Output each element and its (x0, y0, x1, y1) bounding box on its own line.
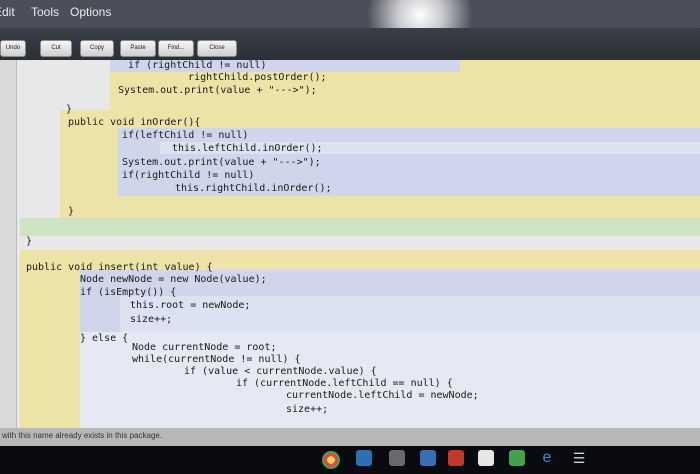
scope-band (20, 218, 700, 236)
code-line: currentNode.leftChild = newNode; (286, 390, 479, 401)
status-bar: with this name already exists in this pa… (0, 428, 700, 446)
app-icon[interactable] (448, 450, 464, 466)
code-line: } (66, 104, 73, 115)
code-line: this.rightChild.inOrder(); (175, 183, 332, 194)
code-line: if (rightChild != null) (110, 60, 267, 71)
app-icon[interactable] (356, 450, 372, 466)
code-line: } (68, 206, 75, 217)
taskbar: e ☰ (0, 446, 700, 474)
screen: Edit Tools Options Undo Cut Copy Paste F… (0, 0, 700, 474)
code-line: while(currentNode != null) { (132, 354, 301, 365)
code-editor[interactable]: if (rightChild != null) rightChild.postO… (0, 60, 700, 430)
code-line: public void insert(int value) { (26, 262, 213, 273)
menu-edit[interactable]: Edit (0, 5, 15, 19)
code-line: if (isEmpty()) { (80, 287, 177, 298)
menu-bar: Edit Tools Options (0, 0, 700, 60)
paste-button[interactable]: Paste (120, 40, 156, 57)
menu-options[interactable]: Options (70, 5, 111, 19)
code-line: public void inOrder(){ (68, 117, 201, 128)
code-line: this.leftChild.inOrder(); (172, 143, 323, 154)
code-line: System.out.print(value + "--->"); (122, 157, 321, 168)
code-line: Node newNode = new Node(value); (80, 274, 267, 285)
copy-button[interactable]: Copy (80, 40, 114, 57)
code-line: System.out.print(value + "--->"); (118, 85, 317, 96)
code-line: this.root = newNode; (130, 300, 251, 311)
code-line: if(leftChild != null) (122, 130, 249, 141)
app-icon[interactable] (389, 450, 405, 466)
menu-tools[interactable]: Tools (31, 5, 59, 19)
code-line: Node currentNode = root; (132, 342, 277, 353)
chrome-icon[interactable] (322, 451, 340, 469)
code-line: if (value < currentNode.value) { (184, 366, 377, 377)
close-button[interactable]: Close (197, 40, 237, 57)
code-line: if(rightChild != null) (122, 170, 255, 181)
edge-icon[interactable]: e (539, 450, 555, 466)
code-line: if (currentNode.leftChild == null) { (236, 378, 453, 389)
code-line: size++; (130, 314, 173, 325)
editor-gutter (0, 60, 17, 430)
toolbar: Undo Cut Copy Paste Find... Close (0, 28, 700, 60)
store-icon[interactable] (478, 450, 494, 466)
undo-button[interactable]: Undo (0, 40, 26, 57)
find-button[interactable]: Find... (158, 40, 194, 57)
grid-icon[interactable]: ☰ (571, 450, 587, 466)
code-line: rightChild.postOrder(); (170, 72, 327, 83)
app-icon[interactable] (420, 450, 436, 466)
code-line: size++; (286, 404, 329, 415)
code-line: } (26, 236, 33, 247)
status-message: with this name already exists in this pa… (2, 431, 163, 440)
app-icon[interactable] (509, 450, 525, 466)
code-line: } else { (80, 333, 129, 344)
cut-button[interactable]: Cut (40, 40, 72, 57)
